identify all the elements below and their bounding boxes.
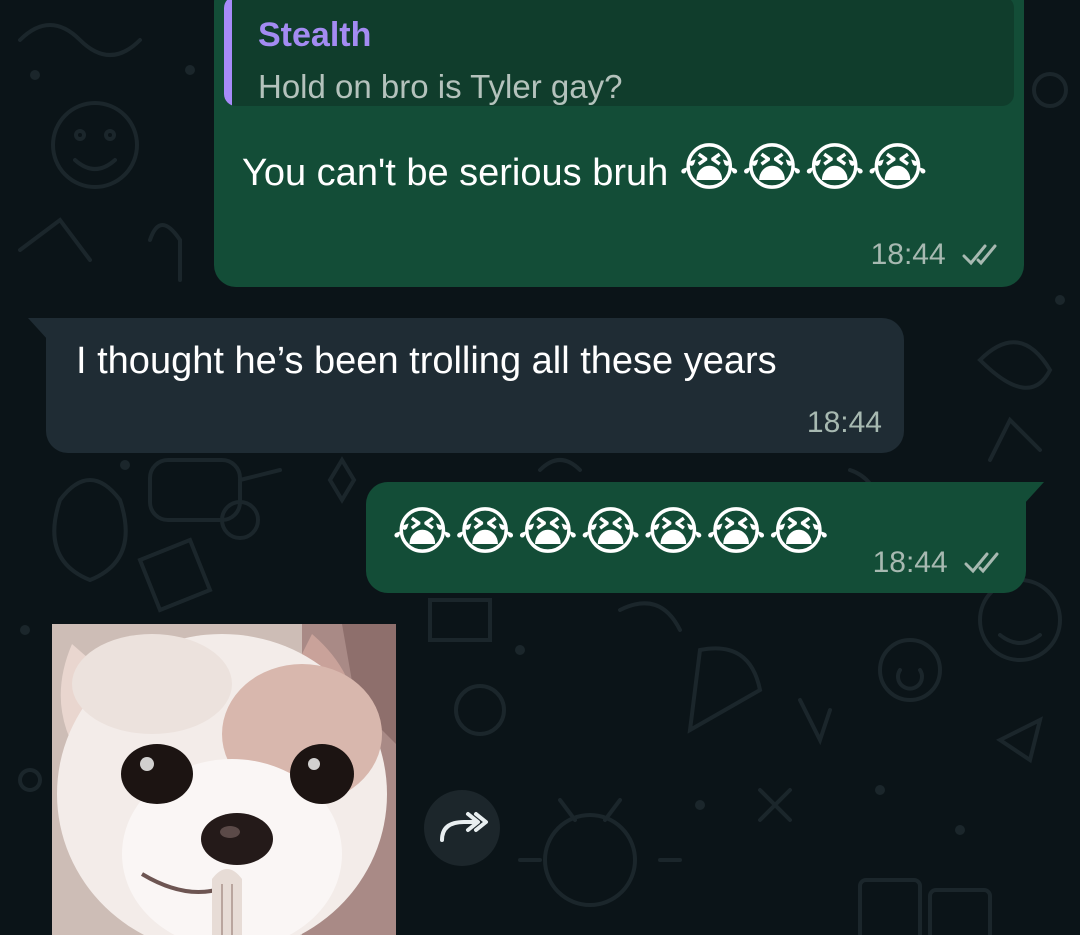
forward-icon — [440, 812, 488, 842]
sticker-image[interactable] — [52, 624, 396, 935]
quoted-message-text: Hold on bro is Tyler gay? — [258, 68, 623, 105]
message-bubble-outgoing[interactable]: Stealth Hold on bro is Tyler gay? You ca… — [214, 0, 1042, 287]
crying-emoji-icon: 😭😭😭😭😭😭😭 — [392, 502, 832, 562]
message-bubble-outgoing[interactable]: 😭😭😭😭😭😭😭 18:44 — [366, 482, 1044, 593]
message-text: You can't be serious bruh — [242, 152, 669, 194]
crying-emoji-icon: 😭😭😭😭 — [678, 138, 930, 198]
chat-view: Stealth Hold on bro is Tyler gay? You ca… — [0, 0, 1080, 935]
message-meta: 18:44 — [871, 238, 1006, 272]
quoted-reply[interactable]: Stealth Hold on bro is Tyler gay? — [224, 0, 1014, 106]
message-text: I thought he’s been trolling all these y… — [76, 340, 777, 382]
forward-button[interactable] — [424, 790, 500, 866]
message-time: 18:44 — [870, 238, 946, 271]
message-time: 18:44 — [806, 406, 882, 439]
bubble-tail — [28, 318, 48, 340]
bubble-tail — [1024, 482, 1044, 504]
message-bubble-incoming[interactable]: I thought he’s been trolling all these y… — [28, 318, 904, 453]
quoted-sender-name: Stealth — [258, 16, 372, 54]
quote-accent-bar — [224, 0, 232, 106]
message-text-row: You can't be serious bruh 😭😭😭😭 — [242, 138, 930, 198]
chihuahua-illustration — [52, 624, 396, 935]
double-check-icon — [962, 244, 997, 266]
message-time: 18:44 — [872, 546, 948, 579]
bubble-tail — [1022, 0, 1042, 2]
message-meta: 18:44 — [873, 546, 1008, 580]
double-check-icon — [964, 552, 999, 574]
